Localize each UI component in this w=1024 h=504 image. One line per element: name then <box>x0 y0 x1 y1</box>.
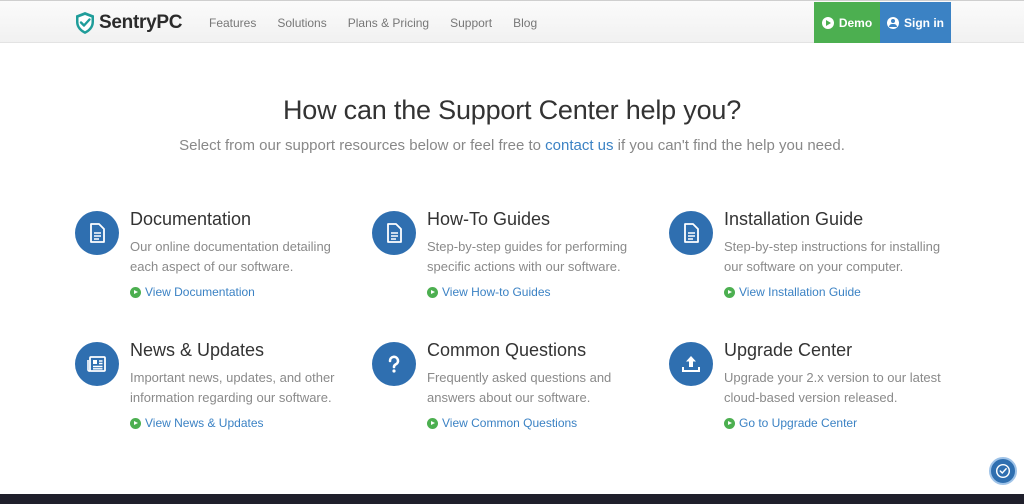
brand-logo[interactable]: SentryPC <box>74 10 182 36</box>
question-icon <box>372 342 416 386</box>
card-documentation: Documentation Our online documentation d… <box>75 209 365 311</box>
help-widget-button[interactable] <box>989 457 1017 485</box>
arrow-circle-right-icon <box>130 286 141 298</box>
link-label: View Installation Guide <box>739 285 861 299</box>
nav-plans-pricing[interactable]: Plans & Pricing <box>348 16 429 30</box>
contact-us-link[interactable]: contact us <box>545 137 613 154</box>
arrow-circle-right-icon <box>724 417 735 429</box>
demo-button[interactable]: Demo <box>814 2 880 43</box>
view-installation-guide-link[interactable]: View Installation Guide <box>724 285 861 299</box>
card-description: Upgrade your 2.x version to our latest c… <box>724 370 941 405</box>
document-icon <box>372 211 416 255</box>
arrow-circle-right-icon <box>427 417 438 429</box>
go-to-upgrade-center-link[interactable]: Go to Upgrade Center <box>724 416 857 430</box>
card-description: Important news, updates, and other infor… <box>130 370 335 405</box>
top-navigation-bar: SentryPC Features Solutions Plans & Pric… <box>0 0 1024 43</box>
subtitle-text-before: Select from our support resources below … <box>179 137 546 154</box>
page-subtitle: Select from our support resources below … <box>0 137 1024 154</box>
card-title: Documentation <box>130 209 252 229</box>
sign-in-button[interactable]: Sign in <box>880 2 951 43</box>
card-title: How-To Guides <box>427 209 551 229</box>
link-label: Go to Upgrade Center <box>739 416 858 430</box>
sign-in-button-label: Sign in <box>904 15 944 30</box>
view-how-to-guides-link[interactable]: View How-to Guides <box>427 285 551 299</box>
nav-solutions[interactable]: Solutions <box>277 16 326 30</box>
link-label: View How-to Guides <box>442 285 551 299</box>
document-icon <box>75 211 119 255</box>
card-upgrade-center: Upgrade Center Upgrade your 2.x version … <box>669 340 959 442</box>
view-common-questions-link[interactable]: View Common Questions <box>427 416 577 430</box>
main-nav: Features Solutions Plans & Pricing Suppo… <box>209 1 558 44</box>
arrow-circle-right-icon <box>427 286 438 298</box>
link-label: View Common Questions <box>442 416 578 430</box>
card-title: News & Updates <box>130 340 265 360</box>
os-taskbar <box>0 494 1024 504</box>
card-how-to-guides: How-To Guides Step-by-step guides for pe… <box>372 209 662 311</box>
link-label: View News & Updates <box>145 416 264 430</box>
card-common-questions: Common Questions Frequently asked questi… <box>372 340 662 442</box>
card-description: Step-by-step instructions for installing… <box>724 239 941 274</box>
upload-icon <box>669 342 713 386</box>
page-title: How can the Support Center help you? <box>282 95 742 125</box>
card-description: Our online documentation detailing each … <box>130 239 331 274</box>
demo-button-label: Demo <box>838 15 873 30</box>
card-title: Common Questions <box>427 340 587 360</box>
view-documentation-link[interactable]: View Documentation <box>130 285 255 299</box>
nav-features[interactable]: Features <box>209 16 256 30</box>
user-icon <box>887 16 899 29</box>
card-title: Upgrade Center <box>724 340 853 360</box>
help-widget-icon <box>995 463 1011 479</box>
card-title: Installation Guide <box>724 209 864 229</box>
arrow-circle-right-icon <box>724 286 735 298</box>
document-icon <box>669 211 713 255</box>
card-news-updates: News & Updates Important news, updates, … <box>75 340 365 442</box>
card-description: Frequently asked questions and answers a… <box>427 370 612 405</box>
brand-name: SentryPC <box>99 12 183 33</box>
shield-check-icon <box>76 12 94 34</box>
subtitle-text-after: if you can't find the help you need. <box>613 137 845 154</box>
nav-blog[interactable]: Blog <box>513 16 537 30</box>
newspaper-icon <box>75 342 119 386</box>
arrow-circle-right-icon <box>130 417 141 429</box>
link-label: View Documentation <box>145 285 255 299</box>
view-news-updates-link[interactable]: View News & Updates <box>130 416 264 430</box>
nav-support[interactable]: Support <box>450 16 492 30</box>
card-installation-guide: Installation Guide Step-by-step instruct… <box>669 209 959 311</box>
play-circle-icon <box>821 16 834 29</box>
card-description: Step-by-step guides for performing speci… <box>427 239 628 274</box>
